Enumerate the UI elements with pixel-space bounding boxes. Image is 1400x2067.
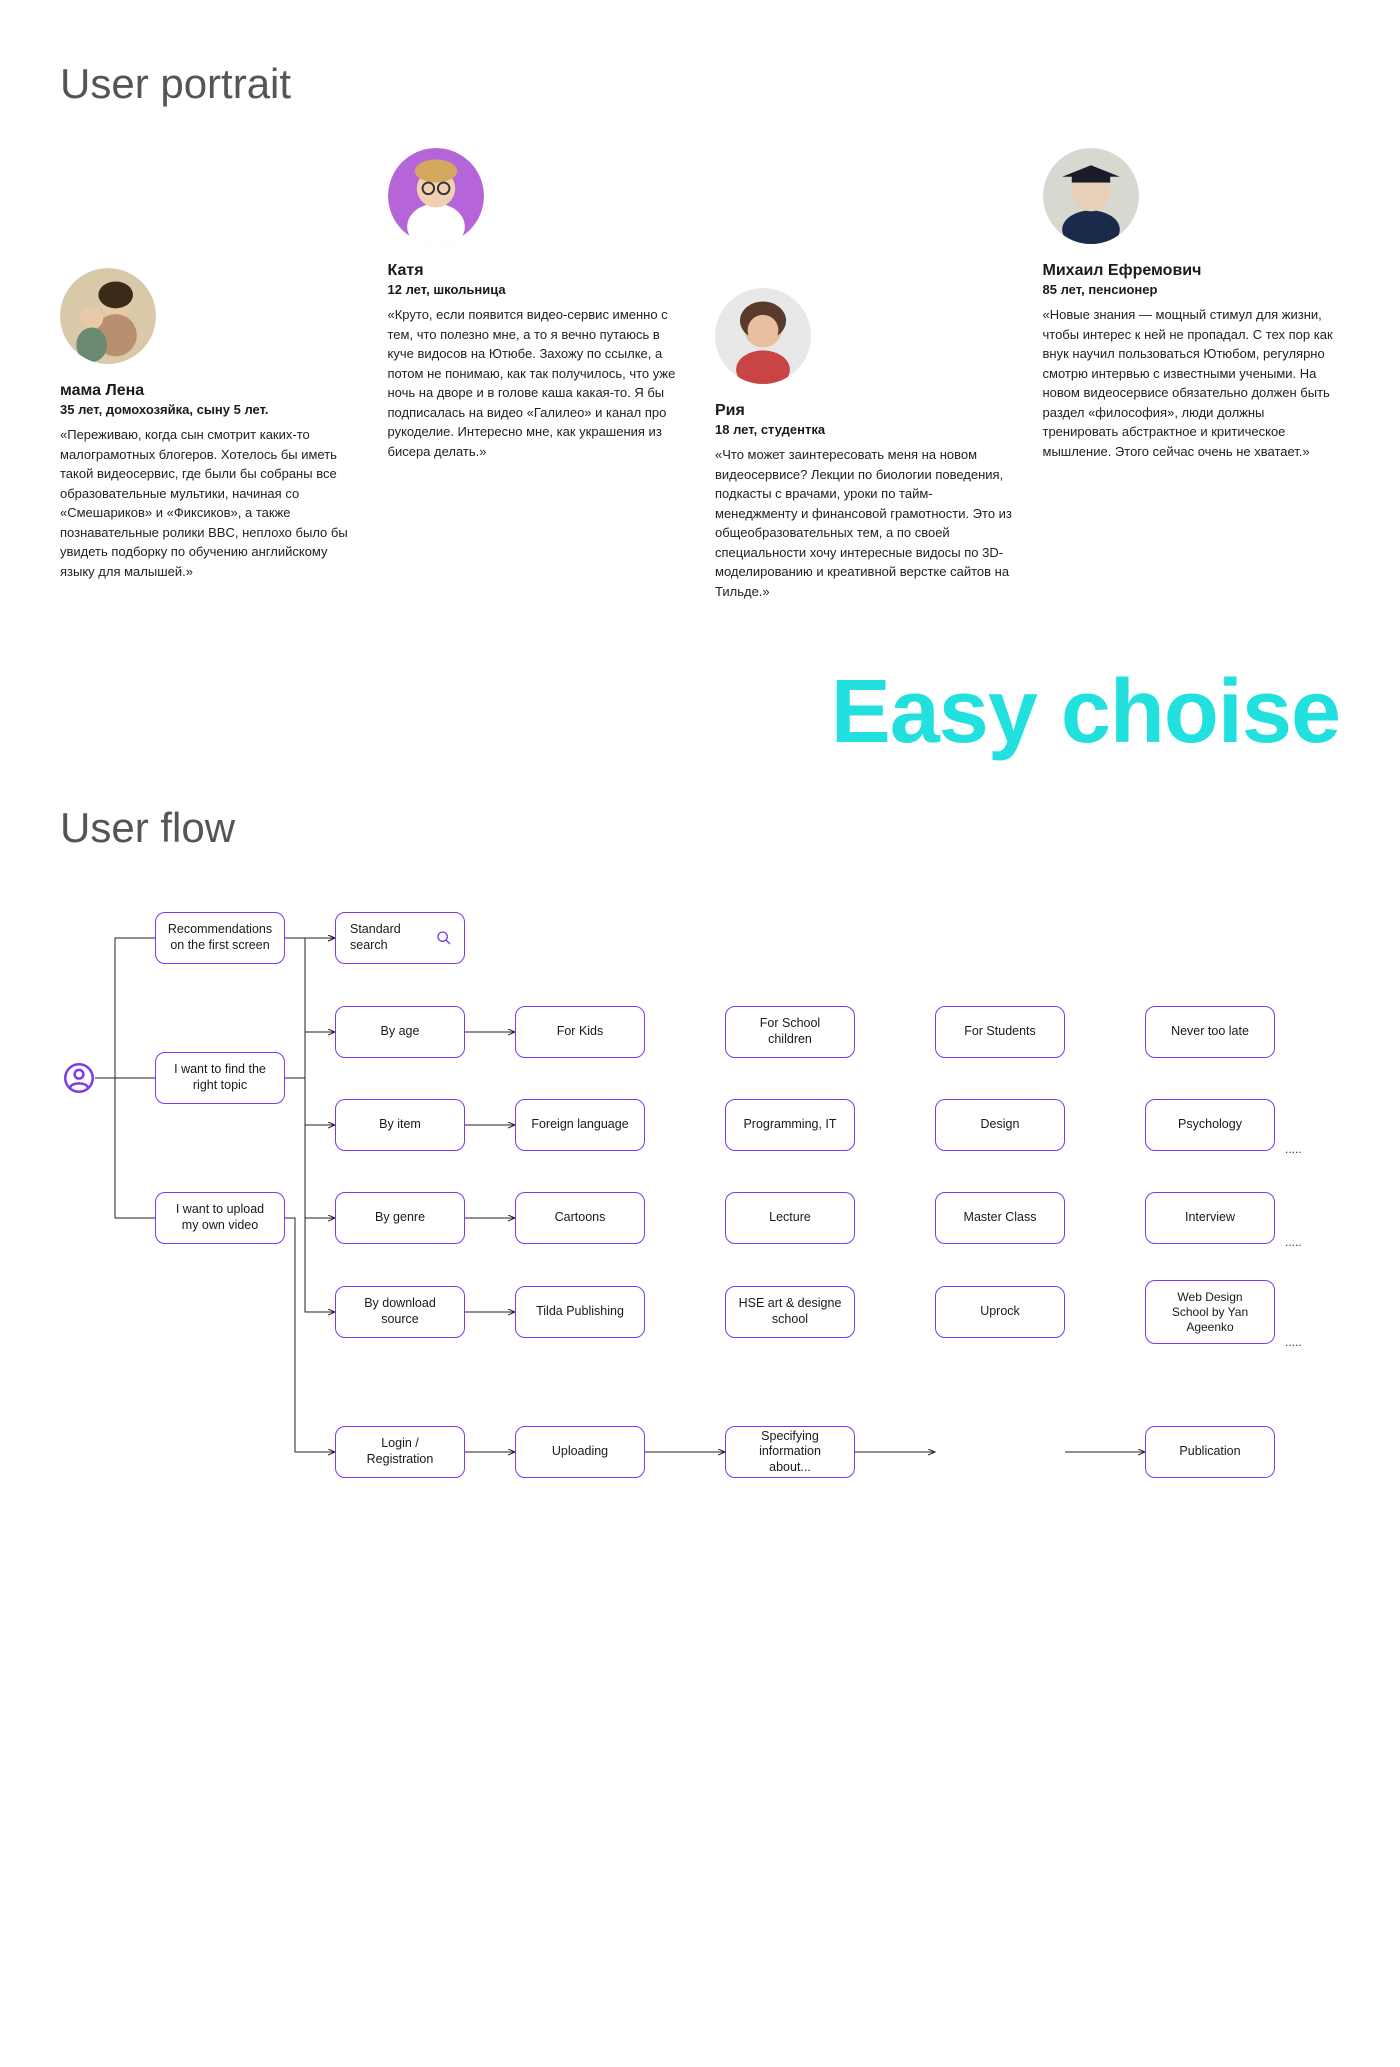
node-for-kids: For Kids: [515, 1006, 645, 1058]
persona-quote: «Что может заинтересовать меня на новом …: [715, 445, 1013, 601]
node-for-school: For School children: [725, 1006, 855, 1058]
user-icon: [64, 1063, 94, 1093]
persona-riya: Рия 18 лет, студентка «Что может заинтер…: [715, 288, 1013, 601]
node-programming: Programming, IT: [725, 1099, 855, 1151]
avatar-mikhail: [1043, 148, 1139, 244]
node-by-genre: By genre: [335, 1192, 465, 1244]
node-for-students: For Students: [935, 1006, 1065, 1058]
ellipsis-icon: .....: [1285, 1235, 1302, 1249]
persona-meta: 12 лет, школьница: [388, 282, 686, 297]
node-foreign-lang: Foreign language: [515, 1099, 645, 1151]
node-find-topic: I want to find the right topic: [155, 1052, 285, 1104]
node-specifying: Specifying information about...: [725, 1426, 855, 1478]
search-icon: [436, 930, 452, 946]
persona-mikhail: Михаил Ефремович 85 лет, пенсионер «Новы…: [1043, 148, 1341, 461]
persona-meta: 35 лет, домохозяйка, сыну 5 лет.: [60, 402, 358, 417]
ellipsis-icon: .....: [1285, 1142, 1302, 1156]
persona-katya: Катя 12 лет, школьница «Круто, если появ…: [388, 148, 686, 461]
node-label: Standard search: [350, 922, 426, 953]
node-psychology: Psychology: [1145, 1099, 1275, 1151]
node-never-too-late: Never too late: [1145, 1006, 1275, 1058]
node-uprock: Uprock: [935, 1286, 1065, 1338]
persona-name: Михаил Ефремович: [1043, 262, 1341, 280]
avatar-riya: [715, 288, 811, 384]
node-upload: I want to upload my own video: [155, 1192, 285, 1244]
node-wds: Web Design School by Yan Ageenko: [1145, 1280, 1275, 1344]
node-by-age: By age: [335, 1006, 465, 1058]
persona-name: Катя: [388, 262, 686, 280]
persona-quote: «Круто, если появится видео-сервис именн…: [388, 305, 686, 461]
persona-meta: 18 лет, студентка: [715, 422, 1013, 437]
persona-quote: «Новые знания — мощный стимул для жизни,…: [1043, 305, 1341, 461]
node-lecture: Lecture: [725, 1192, 855, 1244]
node-by-source: By download source: [335, 1286, 465, 1338]
node-design: Design: [935, 1099, 1065, 1151]
ellipsis-icon: .....: [1285, 1335, 1302, 1349]
avatar-katya: [388, 148, 484, 244]
flow-title: User flow: [60, 804, 1340, 852]
persona-meta: 85 лет, пенсионер: [1043, 282, 1341, 297]
persona-lena: мама Лена 35 лет, домохозяйка, сыну 5 ле…: [60, 268, 358, 581]
node-uploading: Uploading: [515, 1426, 645, 1478]
node-by-item: By item: [335, 1099, 465, 1151]
node-interview: Interview: [1145, 1192, 1275, 1244]
node-hse: HSE art & designe school: [725, 1286, 855, 1338]
persona-quote: «Переживаю, когда сын смотрит каких-то м…: [60, 425, 358, 581]
node-publication: Publication: [1145, 1426, 1275, 1478]
persona-name: мама Лена: [60, 382, 358, 400]
node-cartoons: Cartoons: [515, 1192, 645, 1244]
persona-name: Рия: [715, 402, 1013, 420]
personas-row: мама Лена 35 лет, домохозяйка, сыну 5 ле…: [60, 148, 1340, 601]
node-standard-search: Standard search: [335, 912, 465, 964]
easy-choice-headline: Easy choise: [60, 661, 1340, 764]
node-login: Login / Registration: [335, 1426, 465, 1478]
node-master-class: Master Class: [935, 1192, 1065, 1244]
node-tilda: Tilda Publishing: [515, 1286, 645, 1338]
user-flow-diagram: Recommendations on the first screen I wa…: [60, 892, 1340, 1592]
node-recommendations: Recommendations on the first screen: [155, 912, 285, 964]
avatar-lena: [60, 268, 156, 364]
portrait-title: User portrait: [60, 60, 1340, 108]
